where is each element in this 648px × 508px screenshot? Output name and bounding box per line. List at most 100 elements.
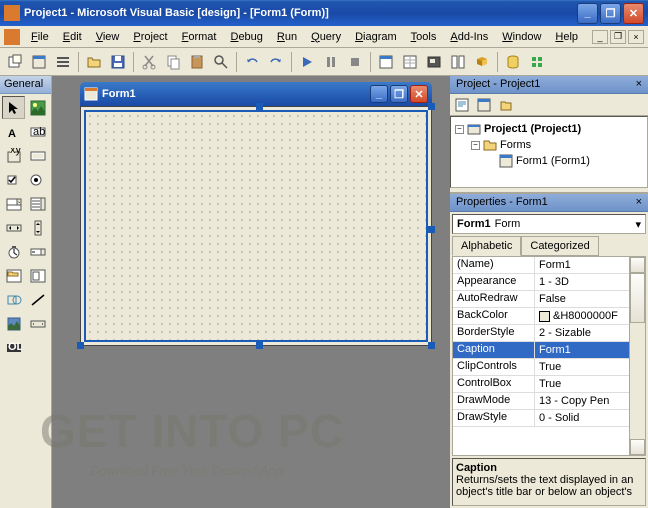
property-row[interactable]: DrawStyle0 - Solid <box>453 410 645 427</box>
find-button[interactable] <box>210 51 232 73</box>
mdi-minimize-button[interactable]: _ <box>592 30 608 44</box>
component-manager-button[interactable] <box>526 51 548 73</box>
undo-button[interactable] <box>241 51 263 73</box>
toggle-folders-button[interactable] <box>496 96 516 114</box>
menu-format[interactable]: Format <box>175 29 224 45</box>
menu-view[interactable]: View <box>89 29 127 45</box>
tool-label[interactable]: A <box>2 120 25 143</box>
tool-filelistbox[interactable] <box>26 264 49 287</box>
property-row[interactable]: (Name)Form1 <box>453 257 645 274</box>
tool-commandbutton[interactable] <box>26 144 49 167</box>
tool-combobox[interactable] <box>2 192 25 215</box>
project-explorer-button[interactable] <box>375 51 397 73</box>
paste-button[interactable] <box>186 51 208 73</box>
break-button[interactable] <box>320 51 342 73</box>
menu-add-ins[interactable]: Add-Ins <box>443 29 495 45</box>
scroll-down-button[interactable] <box>630 439 645 455</box>
property-row[interactable]: ControlBoxTrue <box>453 376 645 393</box>
tool-drivelistbox[interactable] <box>26 240 49 263</box>
tree-form-item[interactable]: Form1 (Form1) <box>455 153 643 169</box>
properties-window-button[interactable] <box>399 51 421 73</box>
close-button[interactable]: ✕ <box>623 3 644 24</box>
tool-line[interactable] <box>26 288 49 311</box>
tool-image[interactable] <box>2 312 25 335</box>
project-panel-title[interactable]: Project - Project1 × <box>450 76 648 94</box>
toolbox-button[interactable] <box>471 51 493 73</box>
property-row[interactable]: Appearance1 - 3D <box>453 274 645 291</box>
mdi-close-button[interactable]: × <box>628 30 644 44</box>
menu-diagram[interactable]: Diagram <box>348 29 404 45</box>
menu-run[interactable]: Run <box>270 29 304 45</box>
add-project-button[interactable] <box>4 51 26 73</box>
svg-text:xy: xy <box>10 148 22 156</box>
form-layout-button[interactable] <box>423 51 445 73</box>
form-minimize-button[interactable]: _ <box>370 85 388 103</box>
form-maximize-button[interactable]: ❐ <box>390 85 408 103</box>
tool-vscrollbar[interactable] <box>26 216 49 239</box>
menu-window[interactable]: Window <box>495 29 548 45</box>
menu-editor-button[interactable] <box>52 51 74 73</box>
scroll-thumb[interactable] <box>630 273 645 323</box>
properties-grid[interactable]: (Name)Form1Appearance1 - 3DAutoRedrawFal… <box>452 256 646 456</box>
tool-data[interactable] <box>26 312 49 335</box>
start-button[interactable] <box>296 51 318 73</box>
properties-scrollbar[interactable] <box>629 257 645 455</box>
tool-picturebox[interactable] <box>26 96 49 119</box>
project-panel-close-icon[interactable]: × <box>636 78 642 91</box>
tool-shape[interactable] <box>2 288 25 311</box>
form-canvas[interactable] <box>80 106 432 346</box>
menu-query[interactable]: Query <box>304 29 348 45</box>
redo-button[interactable] <box>265 51 287 73</box>
form-designer-window[interactable]: Form1 _ ❐ ✕ <box>80 82 432 346</box>
tool-checkbox[interactable] <box>2 168 25 191</box>
view-code-button[interactable] <box>452 96 472 114</box>
tool-timer[interactable] <box>2 240 25 263</box>
svg-text:ab|: ab| <box>33 126 46 138</box>
object-selector-combo[interactable]: Form1Form ▾ <box>452 214 646 234</box>
project-tree[interactable]: − Project1 (Project1) − Forms Form1 (For… <box>450 116 648 188</box>
menu-project[interactable]: Project <box>126 29 174 45</box>
tool-optionbutton[interactable] <box>26 168 49 191</box>
form-window-icon <box>84 87 98 101</box>
menu-help[interactable]: Help <box>548 29 585 45</box>
property-row[interactable]: ClipControlsTrue <box>453 359 645 376</box>
add-form-button[interactable] <box>28 51 50 73</box>
menu-tools[interactable]: Tools <box>404 29 444 45</box>
menu-edit[interactable]: Edit <box>56 29 89 45</box>
property-row[interactable]: CaptionForm1 <box>453 342 645 359</box>
property-row[interactable]: AutoRedrawFalse <box>453 291 645 308</box>
maximize-button[interactable]: ❐ <box>600 3 621 24</box>
tool-hscrollbar[interactable] <box>2 216 25 239</box>
tool-listbox[interactable] <box>26 192 49 215</box>
tool-frame[interactable]: xy <box>2 144 25 167</box>
app-icon <box>4 5 20 21</box>
tab-categorized[interactable]: Categorized <box>521 236 598 256</box>
tool-textbox[interactable]: ab| <box>26 120 49 143</box>
cut-button[interactable] <box>138 51 160 73</box>
tab-alphabetic[interactable]: Alphabetic <box>452 236 521 256</box>
save-button[interactable] <box>107 51 129 73</box>
tool-dirlistbox[interactable] <box>2 264 25 287</box>
end-button[interactable] <box>344 51 366 73</box>
tree-project-node[interactable]: − Project1 (Project1) <box>455 121 643 137</box>
tree-forms-folder[interactable]: − Forms <box>455 137 643 153</box>
open-button[interactable] <box>83 51 105 73</box>
tool-ole[interactable]: OLE <box>2 336 25 359</box>
property-row[interactable]: BackColor&H8000000F <box>453 308 645 325</box>
view-object-button[interactable] <box>474 96 494 114</box>
form-close-button[interactable]: ✕ <box>410 85 428 103</box>
object-browser-button[interactable] <box>447 51 469 73</box>
menu-file[interactable]: File <box>24 29 56 45</box>
property-row[interactable]: BorderStyle2 - Sizable <box>453 325 645 342</box>
properties-panel-title[interactable]: Properties - Form1 × <box>450 194 648 212</box>
mdi-restore-button[interactable]: ❐ <box>610 30 626 44</box>
menu-debug[interactable]: Debug <box>223 29 269 45</box>
data-view-button[interactable] <box>502 51 524 73</box>
copy-button[interactable] <box>162 51 184 73</box>
scroll-up-button[interactable] <box>630 257 645 273</box>
properties-panel-close-icon[interactable]: × <box>636 196 642 209</box>
menubar: FileEditViewProjectFormatDebugRunQueryDi… <box>0 26 648 48</box>
minimize-button[interactable]: _ <box>577 3 598 24</box>
tool-pointer[interactable] <box>2 96 25 119</box>
property-row[interactable]: DrawMode13 - Copy Pen <box>453 393 645 410</box>
